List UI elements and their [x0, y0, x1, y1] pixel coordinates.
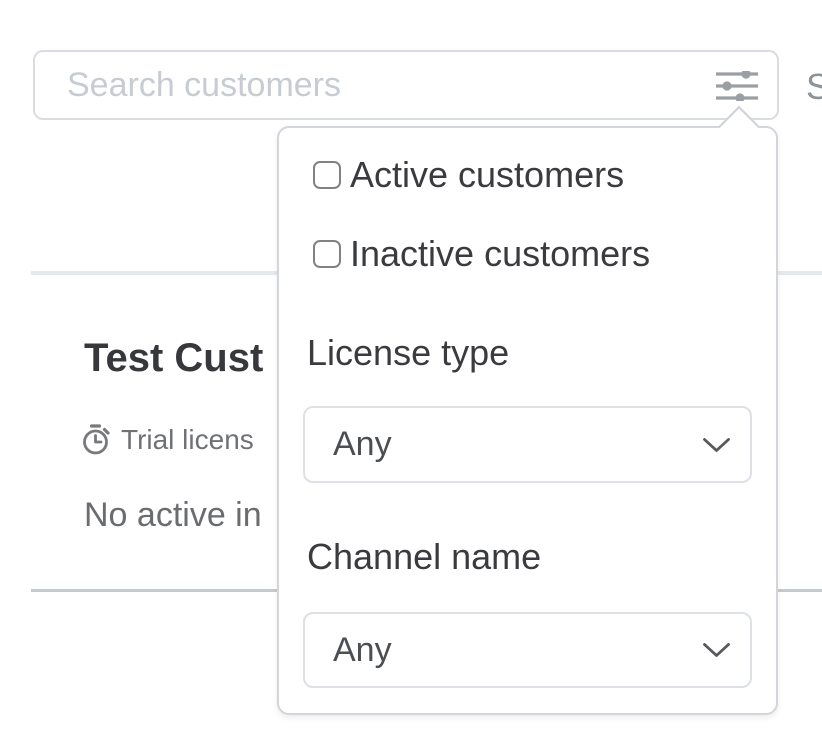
license-status-row: Trial licens [81, 423, 254, 456]
license-type-select[interactable]: Any [303, 406, 752, 483]
checkbox-row-active-customers[interactable]: Active customers [313, 154, 624, 196]
search-box [33, 50, 779, 120]
channel-name-label: Channel name [307, 536, 541, 578]
active-customers-checkbox[interactable] [313, 161, 341, 189]
filter-popover: Active customers Inactive customers Lice… [277, 126, 778, 715]
search-input[interactable] [67, 52, 707, 118]
select-value: Any [333, 631, 392, 670]
checkbox-label: Active customers [350, 154, 624, 196]
inactive-customers-checkbox[interactable] [313, 240, 341, 268]
customer-name-heading: Test Cust [84, 336, 263, 381]
clipped-right-label[interactable]: S [806, 66, 822, 108]
license-type-label: License type [307, 332, 509, 374]
checkbox-row-inactive-customers[interactable]: Inactive customers [313, 233, 650, 275]
chevron-down-icon [703, 643, 730, 658]
license-status-text: Trial licens [121, 424, 254, 456]
sliders-icon [716, 71, 760, 101]
status-text: No active in [84, 496, 262, 535]
stopwatch-icon [81, 423, 112, 456]
select-value: Any [333, 425, 392, 464]
checkbox-label: Inactive customers [350, 233, 650, 275]
filter-button[interactable] [715, 68, 761, 104]
customers-page: Test Cust Trial licens No active in [0, 0, 822, 756]
chevron-down-icon [703, 438, 730, 453]
channel-name-select[interactable]: Any [303, 612, 752, 688]
